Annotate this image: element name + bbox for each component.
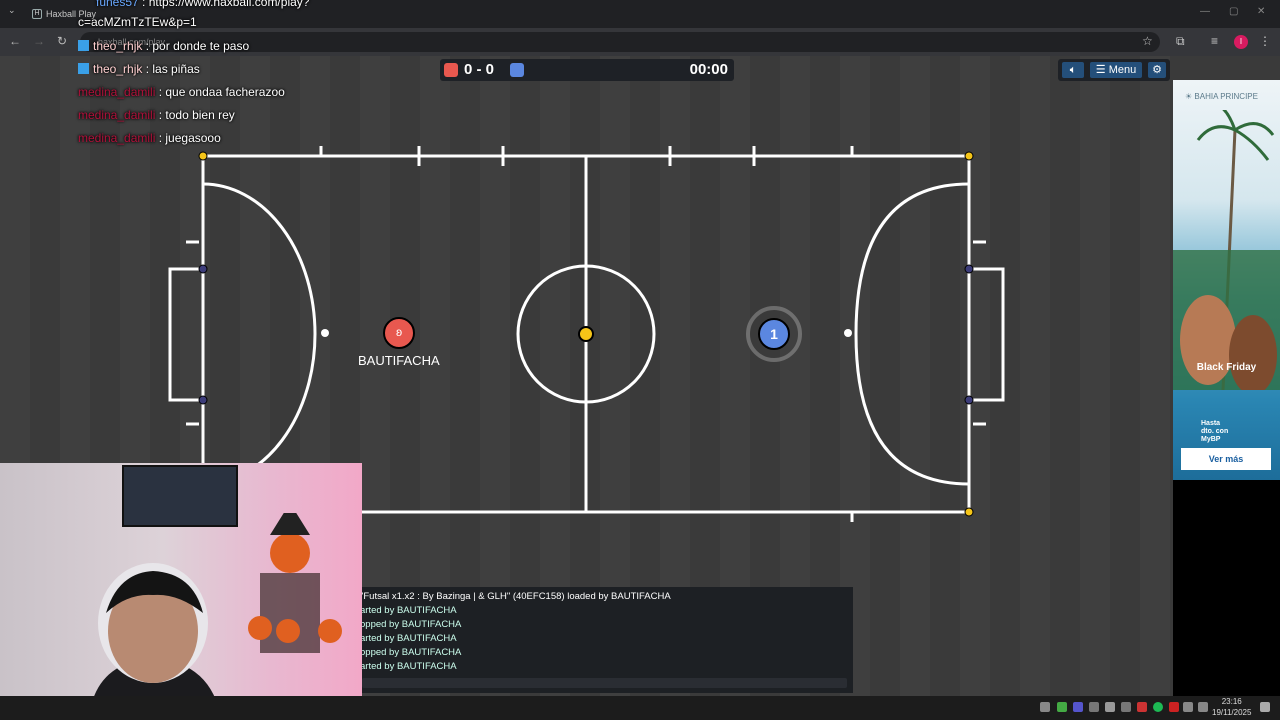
ball [578,326,594,342]
volume-icon[interactable] [1183,702,1193,712]
ad-cta-button[interactable]: Ver más [1181,448,1271,470]
steam-icon[interactable] [1121,702,1131,712]
tray-icon[interactable] [1040,702,1050,712]
right-penalty-spot [844,329,852,337]
blue-player-number: 1 [770,326,778,342]
game-controls: 🔈︎ ☰ Menu ⚙ [1058,59,1170,81]
back-icon[interactable]: ← [9,34,21,48]
left-goal [168,267,203,402]
screen: ⌄ H Haxball Play — ▢ ✕ ← → ↻ haxball.com… [0,0,1280,720]
log-line: arted by BAUTIFACHA [360,633,457,644]
chat-line: medina_damili : juegasooo [78,131,221,145]
sound-button[interactable]: 🔈︎ [1062,62,1084,78]
twitch-badge-icon [78,63,89,74]
tray-icon[interactable] [1169,702,1179,712]
more-menu-icon[interactable]: ⋮ [1259,34,1271,48]
log-line: arted by BAUTIFACHA [360,661,457,672]
hamburger-icon: ☰ [1095,64,1109,76]
game-log: "Futsal x1.x2 : By Bazinga | & GLH" (40E… [360,587,853,693]
microphone-icon[interactable] [1105,702,1115,712]
tray-icon[interactable] [1073,702,1083,712]
left-penalty-spot [321,329,329,337]
ad-headline: Black Friday [1196,362,1257,373]
webcam-overlay [0,463,362,720]
tray-icon[interactable] [1137,702,1147,712]
profile-avatar[interactable]: I [1234,35,1248,49]
tray-icon[interactable] [1057,702,1067,712]
system-clock[interactable]: 23:16 19/11/2025 [1212,696,1251,718]
red-player-avatar: ʚ [395,325,403,339]
clock-time: 23:16 [1221,697,1242,706]
maximize-icon[interactable]: ▢ [1229,6,1238,17]
right-goal [969,267,1005,402]
menu-label: Menu [1108,64,1137,76]
left-penalty-area [202,182,317,486]
settings-button[interactable]: ⚙ [1148,62,1166,78]
tray-icon[interactable] [1089,702,1099,712]
halloween-decoration-image [248,513,342,653]
background-monitor [122,465,238,527]
spotify-icon[interactable] [1153,702,1163,712]
reading-list-icon[interactable]: ≡ [1211,34,1218,48]
ad-offer-text: Hasta dto. con MyBP [1201,420,1229,443]
advertisement[interactable]: ☀ BAHIA PRINCIPE Black Friday Hasta dto. … [1173,80,1280,480]
stream-chat-overlay: funes57 : https://www.haxball.com/play? … [78,0,478,150]
right-penalty-area [854,182,970,486]
notification-bell-icon[interactable] [1260,702,1270,712]
palm-trees-image [1173,110,1280,390]
log-line: arted by BAUTIFACHA [360,605,457,616]
chat-line: theo_rhjk : por donde te paso [78,39,249,53]
reload-icon[interactable]: ↻ [57,34,67,48]
forward-icon[interactable]: → [33,34,45,48]
menu-button[interactable]: ☰ Menu [1090,62,1142,78]
ad-brand-logo: ☀ BAHIA PRINCIPE [1185,92,1258,101]
log-line: "Futsal x1.x2 : By Bazinga | & GLH" (40E… [360,591,671,602]
match-timer: 00:00 [689,61,728,78]
bookmark-star-icon[interactable]: ☆ [1142,34,1153,48]
chat-line: c=acMZmTzTEw&p=1 [78,15,197,29]
twitch-badge-icon [78,40,89,51]
speaker-icon: 🔈︎ [1069,64,1077,76]
chat-line: funes57 : https://www.haxball.com/play? [96,0,310,9]
haxball-favicon-icon: H [32,9,42,19]
chat-line: medina_damili : que ondaa facherazoo [78,85,285,99]
scoreboard: 0 - 0 00:00 [440,59,734,81]
chat-line: theo_rhjk : las piñas [78,62,200,76]
red-player-name: BAUTIFACHA [358,353,440,368]
sun-icon: ☀ [1185,92,1195,101]
tab-list-icon[interactable]: ⌄ [8,5,16,16]
gear-icon: ⚙ [1152,64,1162,76]
clock-date: 19/11/2025 [1212,708,1252,717]
network-icon[interactable] [1198,702,1208,712]
log-line: opped by BAUTIFACHA [360,647,462,658]
close-window-icon[interactable]: ✕ [1257,6,1265,17]
taskbar: 23:16 19/11/2025 [0,696,1280,720]
streamer-image [88,563,222,720]
extensions-icon[interactable]: ⧉ [1176,34,1185,49]
log-line: opped by BAUTIFACHA [360,619,462,630]
chat-line: medina_damili : todo bien rey [78,108,235,122]
minimize-icon[interactable]: — [1200,6,1210,17]
blue-team-icon [510,63,524,77]
ad-sidebar-blank [1173,480,1280,696]
chat-input[interactable] [362,678,847,688]
